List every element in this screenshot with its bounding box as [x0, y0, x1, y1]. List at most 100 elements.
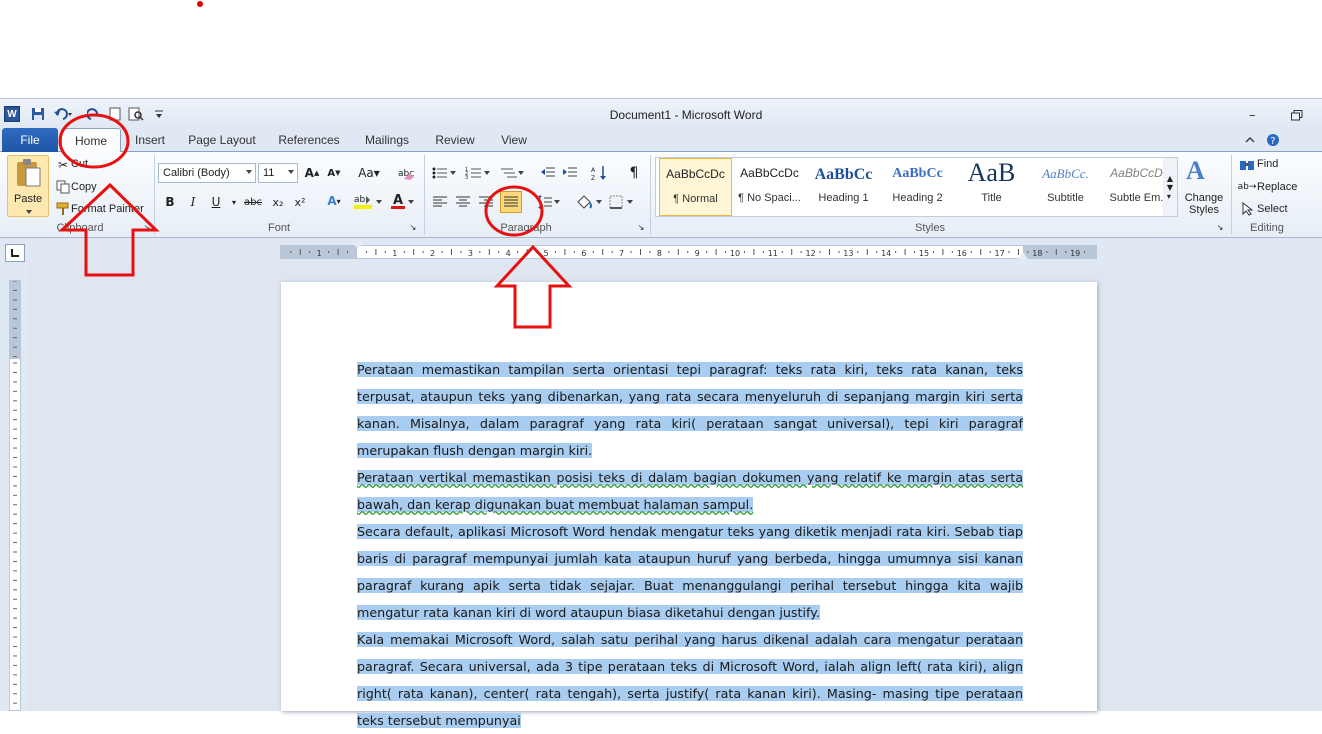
decrease-indent-icon[interactable] [538, 164, 558, 182]
restore-icon[interactable] [1291, 110, 1303, 125]
svg-text:?: ? [1270, 136, 1275, 147]
paragraph-text: Secara default, aplikasi Microsoft Word … [357, 524, 1023, 620]
indent-marker-icon[interactable] [353, 243, 363, 249]
justify-button[interactable] [500, 191, 522, 213]
ruler-number: 1 [317, 249, 322, 258]
paragraph-launcher-icon[interactable]: ↘ [636, 222, 646, 232]
style-heading-2[interactable]: AaBbCc Heading 2 [881, 158, 954, 216]
style-title[interactable]: AaB Title [955, 158, 1028, 216]
font-color-icon[interactable]: A [388, 192, 416, 210]
tab-view[interactable]: View [494, 128, 534, 152]
shading-icon[interactable] [574, 193, 604, 211]
numbering-icon[interactable]: 123 [464, 164, 492, 182]
copy-icon[interactable] [53, 178, 73, 196]
superscript-button[interactable]: x² [290, 193, 310, 211]
ruler-number: 19 [1070, 249, 1080, 258]
font-size-select[interactable]: 11 [258, 163, 298, 183]
font-launcher-icon[interactable]: ↘ [408, 222, 418, 232]
document-body[interactable]: Perataan memastikan tampilan serta orien… [357, 356, 1023, 734]
tab-selector-icon[interactable] [5, 244, 25, 262]
style-name: ¶ Normal [673, 193, 718, 205]
group-separator [650, 155, 651, 235]
ruler-number: 17 [995, 249, 1005, 258]
align-center-icon[interactable] [453, 193, 473, 211]
change-styles-button[interactable]: A Change Styles [1180, 156, 1226, 218]
italic-button[interactable]: I [183, 193, 203, 211]
ruler-number: 14 [881, 249, 891, 258]
tab-mailings[interactable]: Mailings [358, 128, 416, 152]
paragraph-1[interactable]: Perataan memastikan tampilan serta orien… [357, 356, 1023, 464]
sort-icon[interactable]: AZ [590, 164, 610, 182]
clipboard-launcher-icon[interactable]: ↘ [142, 222, 152, 232]
ruler-number: 11 [768, 249, 778, 258]
ruler-number: 6 [581, 249, 586, 258]
grow-font-icon[interactable]: A ▲ [302, 164, 322, 182]
paste-icon [17, 159, 41, 187]
minimize-ribbon-icon[interactable] [1242, 128, 1258, 152]
paragraph-3[interactable]: Secara default, aplikasi Microsoft Word … [357, 518, 1023, 626]
svg-text:A: A [393, 193, 403, 208]
style-subtitle[interactable]: AaBbCc. Subtitle [1029, 158, 1102, 216]
highlight-color-icon[interactable]: ab [352, 192, 384, 210]
vertical-ruler[interactable] [9, 280, 21, 711]
underline-button[interactable]: U [206, 193, 226, 211]
style-preview: AaBbCcDc [666, 167, 725, 181]
style-normal[interactable]: AaBbCcDc ¶ Normal [659, 158, 732, 216]
tab-references[interactable]: References [272, 128, 346, 152]
copy-label[interactable]: Copy [71, 181, 97, 193]
clear-formatting-icon[interactable]: abc [397, 164, 417, 182]
borders-icon[interactable] [608, 193, 636, 211]
style-preview: AaBbCcDc [740, 166, 799, 180]
find-icon[interactable] [1237, 156, 1257, 174]
tab-insert[interactable]: Insert [128, 128, 172, 152]
format-painter-icon[interactable] [53, 200, 73, 218]
find-label[interactable]: Find [1257, 158, 1278, 170]
subscript-button[interactable]: x₂ [268, 193, 288, 211]
cut-icon[interactable]: ✂ [53, 156, 73, 174]
change-case-icon[interactable]: Aa▾ [356, 164, 382, 182]
show-formatting-icon[interactable]: ¶ [624, 164, 644, 182]
align-right-icon[interactable] [476, 193, 496, 211]
style-preview: AaBbCc [892, 166, 943, 181]
style-heading-1[interactable]: AaBbCc Heading 1 [807, 158, 880, 216]
right-indent-marker-icon[interactable] [1018, 252, 1028, 259]
tab-review[interactable]: Review [428, 128, 482, 152]
font-family-select[interactable]: Calibri (Body) [158, 163, 256, 183]
styles-launcher-icon[interactable]: ↘ [1215, 222, 1225, 232]
replace-icon[interactable]: ab→ [1237, 178, 1257, 196]
select-icon[interactable] [1237, 200, 1257, 218]
replace-label[interactable]: Replace [1257, 181, 1297, 193]
horizontal-ruler[interactable]: 1 1 2 3 4 5 6 7 8 9 10 11 12 13 14 15 16 17 18 19 [280, 243, 1097, 259]
bullets-icon[interactable] [430, 164, 458, 182]
text-effects-icon[interactable]: A ▾ [320, 192, 348, 210]
style-name: Heading 1 [818, 192, 869, 204]
ruler-number: 12 [806, 249, 816, 258]
multilevel-list-icon[interactable] [498, 164, 526, 182]
tab-home[interactable]: Home [61, 128, 121, 153]
help-icon[interactable]: ? [1264, 128, 1282, 152]
select-label[interactable]: Select [1257, 203, 1288, 215]
group-separator [1231, 155, 1232, 235]
increase-indent-icon[interactable] [560, 164, 580, 182]
ruler-number: 8 [657, 249, 662, 258]
underline-dropdown-icon[interactable]: ▾ [229, 193, 239, 211]
ruler-number: 13 [843, 249, 853, 258]
style-no-spacing[interactable]: AaBbCcDc ¶ No Spaci... [733, 158, 806, 216]
paragraph-4[interactable]: Kala memakai Microsoft Word, salah satu … [357, 626, 1023, 734]
strikethrough-button[interactable]: abc [242, 193, 264, 211]
tab-page-layout[interactable]: Page Layout [184, 128, 260, 152]
tab-file[interactable]: File [2, 128, 58, 152]
paragraph-2[interactable]: Perataan vertikal memastikan posisi teks… [357, 464, 1023, 518]
styles-scroll-icon[interactable]: ▲ ▼ ▾ [1163, 158, 1177, 216]
line-spacing-icon[interactable] [534, 193, 562, 211]
shrink-font-icon[interactable]: A ▼ [324, 164, 344, 182]
cut-label[interactable]: Cut [71, 158, 88, 170]
justify-icon [504, 196, 518, 207]
screen-top-area [0, 0, 1322, 98]
format-painter-label[interactable]: Format Painter [71, 203, 144, 215]
paste-button[interactable]: Paste [7, 155, 49, 217]
bold-button[interactable]: B [160, 193, 180, 211]
ruler-ticks: 1 1 2 3 4 5 6 7 8 9 10 11 12 13 14 15 16 17 18 19 [290, 249, 1086, 258]
minimize-icon[interactable]: – [1249, 108, 1256, 123]
align-left-icon[interactable] [430, 193, 450, 211]
